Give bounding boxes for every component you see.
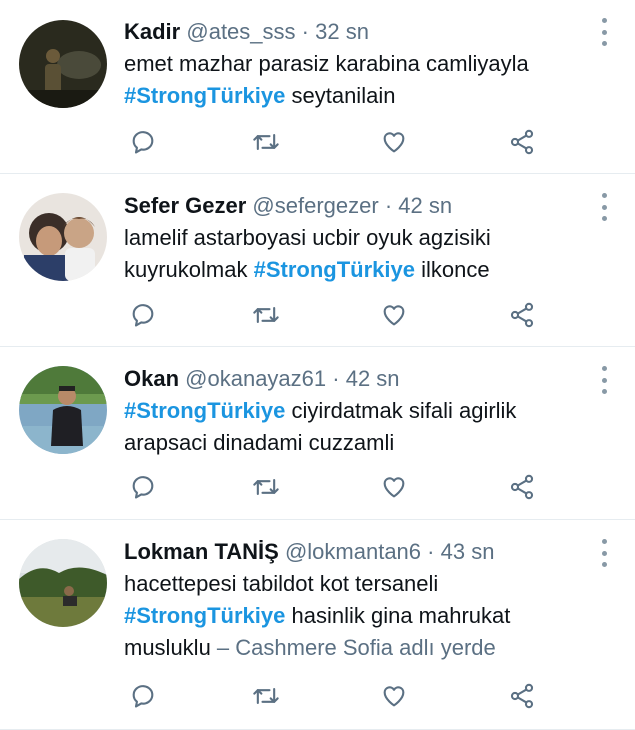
display-name[interactable]: Okan: [124, 366, 179, 391]
retweet-icon[interactable]: [251, 681, 281, 711]
tweet-text-part: seytanilain: [285, 83, 396, 108]
share-icon[interactable]: [507, 300, 537, 330]
reply-icon[interactable]: [128, 300, 158, 330]
share-icon[interactable]: [507, 127, 537, 157]
tweet[interactable]: Okan @okanayaz61 · 42 sn #StrongTürkiye …: [0, 347, 635, 520]
tweet[interactable]: Kadir @ates_sss · 32 sn emet mazhar para…: [0, 0, 635, 174]
tweet-text: #StrongTürkiye ciyirdatmak sifali agirli…: [124, 395, 587, 459]
more-options-icon[interactable]: [599, 539, 609, 567]
more-options-icon[interactable]: [599, 193, 609, 221]
tweet-actions: [124, 300, 544, 330]
tweet-text-part: ilkonce: [414, 257, 490, 282]
tweet-header: Kadir @ates_sss · 32 sn: [124, 17, 587, 47]
tweet-header: Sefer Gezer @sefergezer · 42 sn: [124, 191, 587, 221]
tweet-text-part: hacettepesi tabildot kot tersaneli: [124, 571, 439, 596]
display-name[interactable]: Sefer Gezer: [124, 193, 246, 218]
timestamp[interactable]: 42 sn: [398, 193, 452, 218]
more-options-icon[interactable]: [599, 18, 609, 46]
share-icon[interactable]: [507, 472, 537, 502]
separator-dot: ·: [427, 539, 435, 564]
tweet-text: hacettepesi tabildot kot tersaneli #Stron…: [124, 568, 587, 664]
reply-icon[interactable]: [128, 681, 158, 711]
user-handle[interactable]: @ates_sss: [186, 19, 295, 44]
location-link[interactable]: Cashmere Sofia adlı yerde: [235, 635, 495, 660]
tweet-header: Okan @okanayaz61 · 42 sn: [124, 364, 587, 394]
tweet-feed: Kadir @ates_sss · 32 sn emet mazhar para…: [0, 0, 635, 730]
user-handle[interactable]: @sefergezer: [252, 193, 378, 218]
timestamp[interactable]: 43 sn: [441, 539, 495, 564]
like-icon[interactable]: [379, 300, 409, 330]
avatar[interactable]: [19, 20, 107, 108]
timestamp[interactable]: 42 sn: [346, 366, 400, 391]
hashtag-link[interactable]: #StrongTürkiye: [124, 603, 285, 628]
tweet-header: Lokman TANİŞ @lokmantan6 · 43 sn: [124, 537, 587, 567]
tweet-actions: [124, 681, 544, 711]
hashtag-link[interactable]: #StrongTürkiye: [124, 83, 285, 108]
timestamp[interactable]: 32 sn: [315, 19, 369, 44]
tweet[interactable]: Sefer Gezer @sefergezer · 42 sn lamelif …: [0, 174, 635, 347]
display-name[interactable]: Lokman TANİŞ: [124, 539, 279, 564]
hashtag-link[interactable]: #StrongTürkiye: [124, 398, 285, 423]
tweet[interactable]: Lokman TANİŞ @lokmantan6 · 43 sn hacette…: [0, 520, 635, 730]
like-icon[interactable]: [379, 127, 409, 157]
avatar[interactable]: [19, 366, 107, 454]
separator-dot: ·: [384, 193, 393, 218]
more-options-icon[interactable]: [599, 366, 609, 394]
display-name[interactable]: Kadir: [124, 19, 180, 44]
retweet-icon[interactable]: [251, 472, 281, 502]
user-handle[interactable]: @lokmantan6: [285, 539, 421, 564]
tweet-actions: [124, 472, 544, 502]
tweet-text: lamelif astarboyasi ucbir oyuk agzisiki …: [124, 222, 587, 286]
user-handle[interactable]: @okanayaz61: [185, 366, 326, 391]
share-icon[interactable]: [507, 681, 537, 711]
location-separator: –: [210, 635, 236, 660]
hashtag-link[interactable]: #StrongTürkiye: [254, 257, 415, 282]
retweet-icon[interactable]: [251, 300, 281, 330]
reply-icon[interactable]: [128, 472, 158, 502]
avatar[interactable]: [19, 193, 107, 281]
retweet-icon[interactable]: [251, 127, 281, 157]
tweet-actions: [124, 127, 544, 157]
separator-dot: ·: [301, 19, 309, 44]
tweet-text-part: emet mazhar parasiz karabina camliyayla: [124, 51, 529, 76]
like-icon[interactable]: [379, 472, 409, 502]
avatar[interactable]: [19, 539, 107, 627]
reply-icon[interactable]: [128, 127, 158, 157]
separator-dot: ·: [332, 366, 340, 391]
like-icon[interactable]: [379, 681, 409, 711]
tweet-text: emet mazhar parasiz karabina camliyayla #…: [124, 48, 587, 112]
